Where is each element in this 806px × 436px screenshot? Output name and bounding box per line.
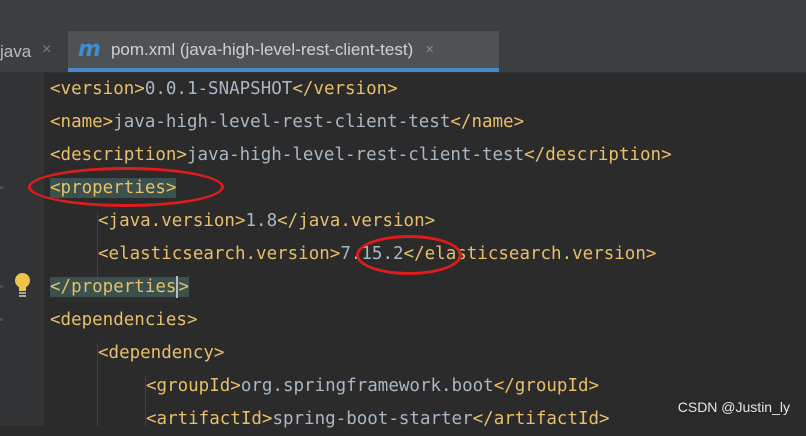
code-line-name: <name>java-high-level-rest-client-test</… (50, 106, 524, 139)
xml-tag: <name> (50, 112, 114, 132)
xml-tag: </artifactId> (472, 409, 610, 429)
xml-tag: </version> (292, 79, 398, 99)
xml-tag: </name> (450, 112, 525, 132)
watermark: CSDN @Justin_ly (677, 399, 790, 415)
xml-value: 0.0.1-SNAPSHOT (144, 79, 293, 99)
xml-value: java-high-level-rest-client-test (113, 112, 451, 132)
tab-pom-close-icon[interactable]: × (425, 41, 434, 58)
xml-tag: <groupId> (146, 376, 241, 396)
tab-java-close-icon[interactable]: × (42, 41, 51, 59)
fold-marker[interactable] (0, 285, 3, 288)
xml-tag-highlighted: > (178, 277, 189, 297)
maven-icon: m (78, 37, 101, 62)
tab-pom-label: pom.xml (java-high-level-rest-client-tes… (110, 39, 414, 59)
xml-value: org.springframework.boot (240, 376, 494, 396)
code-line-dependencies: <dependencies> (50, 304, 198, 337)
tab-java-label: java (0, 41, 32, 61)
tab-java-file[interactable]: java × (0, 31, 66, 72)
lightbulb-icon[interactable] (13, 272, 32, 299)
xml-value: java-high-level-rest-client-test (186, 145, 525, 165)
xml-tag: </description> (524, 145, 672, 165)
xml-tag: <dependency> (98, 343, 225, 363)
fold-marker[interactable] (0, 318, 3, 321)
code-line-group-id: <groupId>org.springframework.boot</group… (146, 370, 599, 403)
editor-gutter[interactable] (0, 73, 44, 426)
tab-pom-xml[interactable]: m pom.xml (java-high-level-rest-client-t… (68, 31, 499, 72)
annotation-ellipse-version (356, 235, 462, 275)
code-line-properties-close: </properties > (50, 271, 189, 304)
xml-value: spring-boot-starter (272, 409, 473, 429)
xml-tag: <elasticsearch.version> (98, 244, 341, 264)
xml-tag-highlighted: </properties (50, 277, 177, 297)
xml-tag: <version> (50, 79, 145, 99)
xml-tag: <description> (50, 145, 187, 165)
code-line-version: <version>0.0.1-SNAPSHOT</version> (50, 73, 398, 106)
xml-tag: <artifactId> (146, 409, 273, 429)
annotation-ellipse-properties (28, 167, 224, 207)
xml-tag: </java.version> (277, 211, 436, 231)
xml-value: 1.8 (245, 211, 278, 231)
code-line-artifact-id: <artifactId>spring-boot-starter</artifac… (146, 403, 610, 436)
editor-tab-bar: java × m pom.xml (java-high-level-rest-c… (0, 0, 806, 73)
xml-tag: <dependencies> (50, 310, 198, 330)
xml-tag: </groupId> (493, 376, 600, 396)
code-line-java-version: <java.version>1.8</java.version> (98, 205, 435, 238)
xml-tag: <java.version> (98, 211, 246, 231)
code-line-dependency: <dependency> (98, 337, 224, 370)
fold-marker[interactable] (0, 186, 3, 189)
